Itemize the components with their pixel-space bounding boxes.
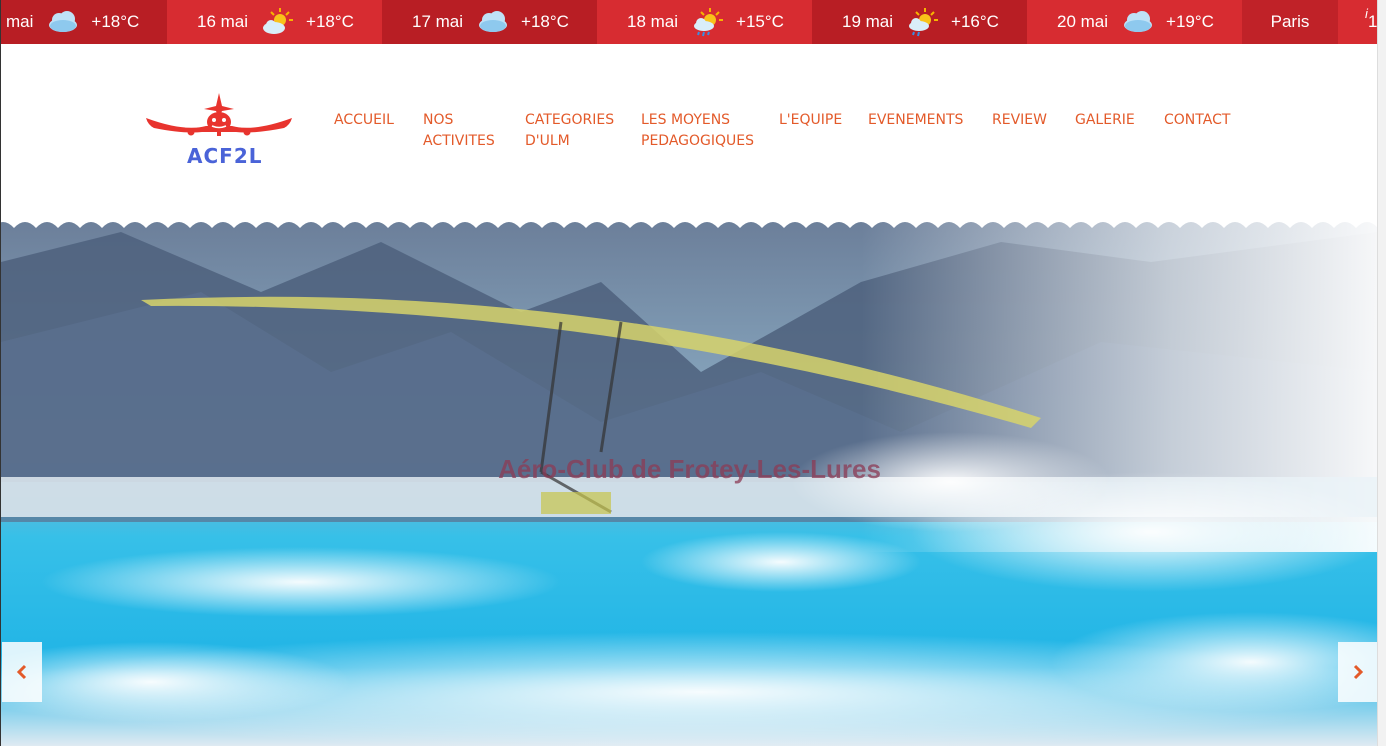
weather-temp: +18°C <box>91 12 140 31</box>
weather-day: 1 <box>1338 0 1377 44</box>
weather-temp: +15°C <box>736 12 784 31</box>
hero-title: Aéro-Club de Frotey-Les-Lures <box>498 454 881 484</box>
nav-item-label: D'ULM <box>525 133 570 149</box>
cloud-icon <box>473 7 511 37</box>
browser-viewport: mai +18°C 16 mai +18°C 17 mai +18°C 18 m… <box>0 0 1377 746</box>
nav-accueil[interactable]: ACCUEIL <box>334 110 394 131</box>
cloud-icon <box>1118 7 1156 37</box>
weather-date: 19 mai <box>842 12 894 31</box>
site-header: ACF2L ACCUEIL NOS ACTIVITES CATEGORIES D… <box>1 44 1377 224</box>
hero-slider: Aéro-Club de Frotey-Les-Lures <box>1 222 1377 746</box>
nav-evenements[interactable]: EVENEMENTS <box>868 110 963 131</box>
weather-day: mai +18°C <box>1 0 167 44</box>
weather-temp: +18°C <box>306 12 354 31</box>
nav-item-label: ACCUEIL <box>334 112 394 128</box>
nav-review[interactable]: REVIEW <box>992 110 1047 131</box>
nav-item-label: NOS <box>423 112 454 128</box>
nav-item-label: EVENEMENTS <box>868 112 964 128</box>
nav-contact[interactable]: CONTACT <box>1164 110 1230 131</box>
weather-date: mai <box>6 12 34 31</box>
nav-equipe[interactable]: L'EQUIPE <box>779 110 842 131</box>
weather-temp: +19°C <box>1166 12 1214 31</box>
weather-temp: +16°C <box>951 12 999 31</box>
nav-galerie[interactable]: GALERIE <box>1075 110 1135 131</box>
sun-rain-icon <box>688 7 726 37</box>
weather-day: 20 mai +19°C <box>1027 0 1242 44</box>
nav-item-label: CONTACT <box>1164 112 1231 128</box>
weather-day: 16 mai +18°C <box>167 0 382 44</box>
weather-date: 20 mai <box>1057 12 1109 31</box>
page-scrollbar[interactable] <box>1377 0 1386 746</box>
weather-date: 17 mai <box>412 12 464 31</box>
weather-date: 1 <box>1368 12 1377 31</box>
nav-item-label: ACTIVITES <box>423 133 495 149</box>
sun-rain-icon <box>903 7 941 37</box>
weather-date: 16 mai <box>197 12 249 31</box>
chevron-left-icon <box>16 664 27 680</box>
nav-item-label: LES MOYENS <box>641 112 731 128</box>
chevron-right-icon <box>1353 664 1364 680</box>
nav-item-label: CATEGORIES <box>525 112 615 128</box>
nav-moyens-pedagogiques[interactable]: LES MOYENS PEDAGOGIQUES <box>641 110 754 152</box>
nav-nos-activites[interactable]: NOS ACTIVITES <box>423 110 495 152</box>
weather-day: 18 mai +15°C <box>597 0 812 44</box>
weather-city[interactable]: Paris <box>1242 0 1338 44</box>
slider-prev-button[interactable] <box>2 642 42 702</box>
nav-item-label: PEDAGOGIQUES <box>641 133 754 149</box>
weather-temp: +18°C <box>521 12 569 31</box>
info-icon[interactable]: i <box>1365 6 1368 21</box>
weather-day: 17 mai +18°C <box>382 0 597 44</box>
weather-day: 19 mai +16°C <box>812 0 1027 44</box>
sun-cloud-icon <box>258 7 296 37</box>
nav-categories-ulm[interactable]: CATEGORIES D'ULM <box>525 110 614 152</box>
nav-item-label: L'EQUIPE <box>779 112 843 128</box>
slider-next-button[interactable] <box>1338 642 1377 702</box>
nav-item-label: REVIEW <box>992 112 1047 128</box>
weather-date: 18 mai <box>627 12 679 31</box>
cloud-icon <box>43 7 81 37</box>
logo-text: ACF2L <box>187 144 263 168</box>
weather-ticker: mai +18°C 16 mai +18°C 17 mai +18°C 18 m… <box>1 0 1377 44</box>
nav-item-label: GALERIE <box>1075 112 1135 128</box>
